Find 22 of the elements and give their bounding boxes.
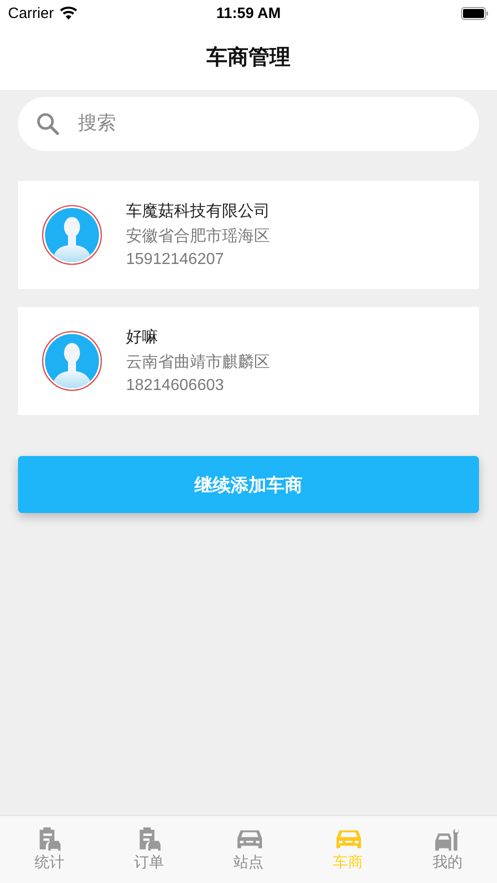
dealer-phone: 15912146207	[126, 251, 225, 269]
clock-time: 11:59 AM	[216, 4, 281, 22]
dealer-card[interactable]: 好嘛 云南省曲靖市麒麟区 18214606603	[18, 307, 479, 415]
dealer-name: 好嘛	[126, 328, 159, 348]
search-field[interactable]: 搜索	[18, 97, 479, 151]
dealer-address: 云南省曲靖市麒麟区	[126, 352, 270, 373]
dealer-address: 安徽省合肥市瑶海区	[126, 226, 270, 247]
tab-item[interactable]: 统计	[0, 816, 100, 883]
dealer-name: 车魔菇科技有限公司	[126, 202, 270, 222]
page-title: 车商管理	[206, 44, 290, 71]
tab-item[interactable]: 我的	[398, 816, 497, 883]
battery-icon	[460, 6, 489, 20]
dealer-card[interactable]: 车魔菇科技有限公司 安徽省合肥市瑶海区 15912146207	[18, 181, 479, 289]
wifi-icon	[58, 6, 78, 20]
dealer-phone: 18214606603	[126, 377, 225, 395]
add-dealer-button[interactable]: 继续添加车商	[18, 456, 479, 513]
avatar-icon	[42, 331, 102, 391]
avatar-icon	[42, 205, 102, 265]
carrier-label: Carrier	[8, 4, 54, 22]
tab-item[interactable]: 站点	[198, 816, 298, 883]
car-wrench-icon	[434, 826, 461, 852]
tab-item[interactable]: 订单	[99, 816, 199, 883]
